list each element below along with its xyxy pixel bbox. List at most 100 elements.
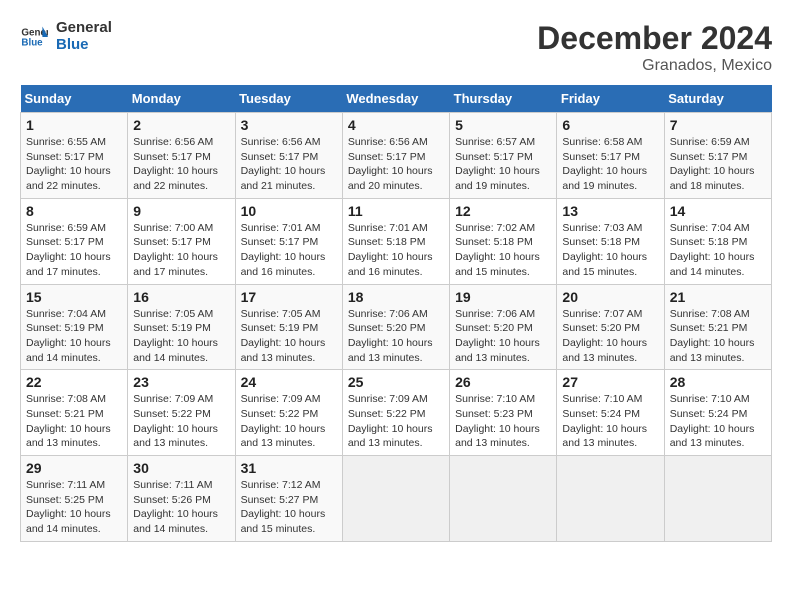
day-number: 21 (670, 289, 766, 305)
calendar-cell (557, 456, 664, 542)
location-title: Granados, Mexico (537, 57, 772, 75)
col-friday: Friday (557, 85, 664, 113)
col-wednesday: Wednesday (342, 85, 449, 113)
day-info: Sunrise: 7:04 AMSunset: 5:19 PMDaylight:… (26, 307, 122, 366)
day-number: 26 (455, 374, 551, 390)
day-info: Sunrise: 6:58 AMSunset: 5:17 PMDaylight:… (562, 135, 658, 194)
day-number: 19 (455, 289, 551, 305)
day-info: Sunrise: 6:59 AMSunset: 5:17 PMDaylight:… (26, 221, 122, 280)
calendar-cell: 27Sunrise: 7:10 AMSunset: 5:24 PMDayligh… (557, 370, 664, 456)
calendar-cell: 22 Sunrise: 7:08 AMSunset: 5:21 PMDayligh… (21, 370, 128, 456)
day-number: 30 (133, 460, 229, 476)
day-info: Sunrise: 6:55 AMSunset: 5:17 PMDaylight:… (26, 135, 122, 194)
calendar-cell: 30Sunrise: 7:11 AMSunset: 5:26 PMDayligh… (128, 456, 235, 542)
day-number: 28 (670, 374, 766, 390)
calendar-table: Sunday Monday Tuesday Wednesday Thursday… (20, 85, 772, 542)
logo-line2: Blue (56, 37, 112, 54)
calendar-cell: 1 Sunrise: 6:55 AMSunset: 5:17 PMDaylight… (21, 113, 128, 199)
day-info: Sunrise: 7:05 AMSunset: 5:19 PMDaylight:… (133, 307, 229, 366)
day-info: Sunrise: 7:09 AMSunset: 5:22 PMDaylight:… (348, 392, 444, 451)
day-info: Sunrise: 6:59 AMSunset: 5:17 PMDaylight:… (670, 135, 766, 194)
day-info: Sunrise: 6:57 AMSunset: 5:17 PMDaylight:… (455, 135, 551, 194)
day-number: 4 (348, 117, 444, 133)
day-number: 29 (26, 460, 122, 476)
col-monday: Monday (128, 85, 235, 113)
calendar-cell: 9 Sunrise: 7:00 AMSunset: 5:17 PMDaylight… (128, 198, 235, 284)
title-section: December 2024 Granados, Mexico (537, 20, 772, 75)
day-number: 25 (348, 374, 444, 390)
day-number: 27 (562, 374, 658, 390)
day-info: Sunrise: 7:01 AMSunset: 5:18 PMDaylight:… (348, 221, 444, 280)
calendar-cell: 21 Sunrise: 7:08 AMSunset: 5:21 PMDayligh… (664, 284, 771, 370)
calendar-cell: 25 Sunrise: 7:09 AMSunset: 5:22 PMDayligh… (342, 370, 449, 456)
day-info: Sunrise: 7:00 AMSunset: 5:17 PMDaylight:… (133, 221, 229, 280)
day-number: 10 (241, 203, 337, 219)
calendar-cell: 29 Sunrise: 7:11 AMSunset: 5:25 PMDayligh… (21, 456, 128, 542)
day-info: Sunrise: 7:04 AMSunset: 5:18 PMDaylight:… (670, 221, 766, 280)
day-info: Sunrise: 7:06 AMSunset: 5:20 PMDaylight:… (455, 307, 551, 366)
day-info: Sunrise: 7:10 AMSunset: 5:24 PMDaylight:… (670, 392, 766, 451)
day-number: 12 (455, 203, 551, 219)
calendar-cell: 17Sunrise: 7:05 AMSunset: 5:19 PMDayligh… (235, 284, 342, 370)
calendar-cell: 2Sunrise: 6:56 AMSunset: 5:17 PMDaylight… (128, 113, 235, 199)
day-info: Sunrise: 7:02 AMSunset: 5:18 PMDaylight:… (455, 221, 551, 280)
day-number: 1 (26, 117, 122, 133)
col-tuesday: Tuesday (235, 85, 342, 113)
day-number: 17 (241, 289, 337, 305)
calendar-cell: 23Sunrise: 7:09 AMSunset: 5:22 PMDayligh… (128, 370, 235, 456)
day-info: Sunrise: 7:12 AMSunset: 5:27 PMDaylight:… (241, 478, 337, 537)
col-saturday: Saturday (664, 85, 771, 113)
day-number: 6 (562, 117, 658, 133)
col-sunday: Sunday (21, 85, 128, 113)
day-info: Sunrise: 7:08 AMSunset: 5:21 PMDaylight:… (670, 307, 766, 366)
day-number: 14 (670, 203, 766, 219)
header-row: Sunday Monday Tuesday Wednesday Thursday… (21, 85, 772, 113)
day-number: 9 (133, 203, 229, 219)
calendar-cell: 19 Sunrise: 7:06 AMSunset: 5:20 PMDayligh… (450, 284, 557, 370)
day-info: Sunrise: 7:08 AMSunset: 5:21 PMDaylight:… (26, 392, 122, 451)
calendar-cell: 20 Sunrise: 7:07 AMSunset: 5:20 PMDayligh… (557, 284, 664, 370)
day-number: 16 (133, 289, 229, 305)
day-number: 2 (133, 117, 229, 133)
calendar-cell (664, 456, 771, 542)
calendar-cell: 16 Sunrise: 7:05 AMSunset: 5:19 PMDayligh… (128, 284, 235, 370)
calendar-week-3: 15Sunrise: 7:04 AMSunset: 5:19 PMDayligh… (21, 284, 772, 370)
day-info: Sunrise: 7:03 AMSunset: 5:18 PMDaylight:… (562, 221, 658, 280)
logo: General Blue General Blue (20, 20, 112, 53)
day-number: 20 (562, 289, 658, 305)
day-info: Sunrise: 7:07 AMSunset: 5:20 PMDaylight:… (562, 307, 658, 366)
day-number: 13 (562, 203, 658, 219)
calendar-cell: 3 Sunrise: 6:56 AMSunset: 5:17 PMDaylight… (235, 113, 342, 199)
calendar-cell: 4 Sunrise: 6:56 AMSunset: 5:17 PMDaylight… (342, 113, 449, 199)
day-info: Sunrise: 7:11 AMSunset: 5:25 PMDaylight:… (26, 478, 122, 537)
calendar-cell: 15Sunrise: 7:04 AMSunset: 5:19 PMDayligh… (21, 284, 128, 370)
day-info: Sunrise: 7:09 AMSunset: 5:22 PMDaylight:… (133, 392, 229, 451)
day-info: Sunrise: 7:01 AMSunset: 5:17 PMDaylight:… (241, 221, 337, 280)
calendar-cell: 31Sunrise: 7:12 AMSunset: 5:27 PMDayligh… (235, 456, 342, 542)
calendar-cell: 13 Sunrise: 7:03 AMSunset: 5:18 PMDayligh… (557, 198, 664, 284)
day-info: Sunrise: 6:56 AMSunset: 5:17 PMDaylight:… (241, 135, 337, 194)
header: General Blue General Blue December 2024 … (20, 20, 772, 75)
col-thursday: Thursday (450, 85, 557, 113)
day-number: 5 (455, 117, 551, 133)
day-number: 3 (241, 117, 337, 133)
day-number: 7 (670, 117, 766, 133)
calendar-cell: 26 Sunrise: 7:10 AMSunset: 5:23 PMDayligh… (450, 370, 557, 456)
calendar-week-1: 1 Sunrise: 6:55 AMSunset: 5:17 PMDaylight… (21, 113, 772, 199)
calendar-cell: 6 Sunrise: 6:58 AMSunset: 5:17 PMDaylight… (557, 113, 664, 199)
calendar-cell: 12 Sunrise: 7:02 AMSunset: 5:18 PMDayligh… (450, 198, 557, 284)
calendar-week-2: 8 Sunrise: 6:59 AMSunset: 5:17 PMDaylight… (21, 198, 772, 284)
calendar-cell: 28 Sunrise: 7:10 AMSunset: 5:24 PMDayligh… (664, 370, 771, 456)
day-number: 8 (26, 203, 122, 219)
calendar-cell (342, 456, 449, 542)
day-info: Sunrise: 6:56 AMSunset: 5:17 PMDaylight:… (348, 135, 444, 194)
calendar-cell: 10 Sunrise: 7:01 AMSunset: 5:17 PMDayligh… (235, 198, 342, 284)
calendar-week-4: 22 Sunrise: 7:08 AMSunset: 5:21 PMDayligh… (21, 370, 772, 456)
day-info: Sunrise: 7:10 AMSunset: 5:23 PMDaylight:… (455, 392, 551, 451)
calendar-cell: 18Sunrise: 7:06 AMSunset: 5:20 PMDayligh… (342, 284, 449, 370)
day-info: Sunrise: 7:06 AMSunset: 5:20 PMDaylight:… (348, 307, 444, 366)
logo-icon: General Blue (20, 23, 48, 51)
day-number: 22 (26, 374, 122, 390)
calendar-week-5: 29 Sunrise: 7:11 AMSunset: 5:25 PMDayligh… (21, 456, 772, 542)
svg-text:Blue: Blue (21, 37, 43, 48)
